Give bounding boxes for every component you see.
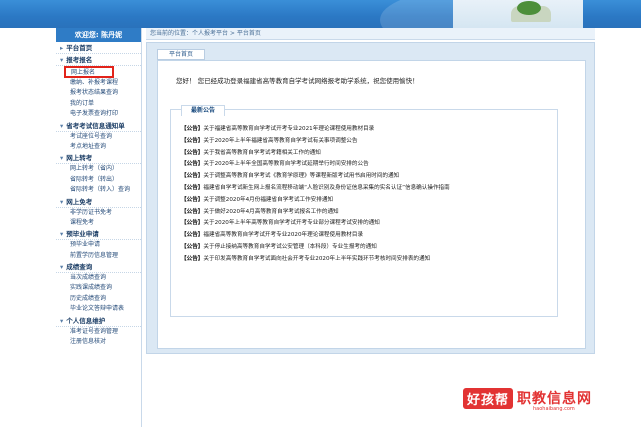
- sidebar-item-thesis-defense[interactable]: 毕业论文答辩申请表: [56, 304, 141, 314]
- nav-section-transfer[interactable]: ▾ 网上转考: [56, 152, 141, 165]
- notice-item[interactable]: 【公告】关于2020年上半年全国高等教育自学考试延期举行时间安排的公告: [181, 159, 551, 171]
- tab-body: 您好！ 您已经成功登录福建省高等教育自学考试网络报考助学系统，祝您使用愉快！ 最…: [157, 60, 586, 349]
- notice-text: 关于2020年上半年全国高等教育自学考试延期举行时间安排的公告: [203, 161, 369, 168]
- nav-section-label: 个人信息维护: [66, 316, 106, 325]
- notice-text: 关于印发高等教育自学考试面向社会开考专业2020年上半年实践环节考核时间安排表的…: [203, 255, 431, 262]
- notice-title: 最新公告: [181, 105, 225, 116]
- notice-text: 关于我省高等教育自学考试考籍相关工作的通知: [203, 149, 321, 156]
- sidebar-item-certificate-exemption[interactable]: 非学历证书免考: [56, 208, 141, 218]
- sidebar-item-online-registration[interactable]: 网上报名: [64, 66, 114, 78]
- welcome-banner: 欢迎您: 陈丹妮: [56, 28, 141, 42]
- nav-section-graduation[interactable]: ▾ 预毕业申请: [56, 228, 141, 241]
- sidebar-item-transfer-in[interactable]: 省际转考（转入）查询: [56, 185, 141, 195]
- tree-illustration: [517, 1, 541, 15]
- sidebar-item-current-scores[interactable]: 当次成绩查询: [56, 273, 141, 283]
- sidebar-item-history-scores[interactable]: 历史成绩查询: [56, 294, 141, 304]
- notice-tag: 【公告】: [181, 255, 204, 262]
- notice-tag: 【公告】: [181, 208, 204, 215]
- notice-text: 关于2020年上半年福建省高等教育自学考试有关事项调整公告: [203, 137, 358, 144]
- notice-tag: 【公告】: [181, 196, 204, 203]
- sidebar-item-practice-scores[interactable]: 实践课成绩查询: [56, 283, 141, 293]
- notice-tag: 【公告】: [181, 137, 204, 144]
- notice-text: 关于做好2020年4月高等教育自学考试报名工作的通知: [203, 208, 339, 215]
- notice-tag: 【公告】: [181, 173, 204, 180]
- notice-text: 福建省自学考试新生网上报名流程移动端“人脸识别及身份证信息采集的实名认证”信息确…: [203, 184, 450, 191]
- sidebar-item-prior-education[interactable]: 前置学历信息管理: [56, 251, 141, 261]
- notice-tag: 【公告】: [181, 220, 204, 227]
- notice-tag: 【公告】: [181, 184, 204, 191]
- nav-section-label: 网上免考: [66, 197, 93, 206]
- tab-platform-home[interactable]: 平台首页: [157, 49, 205, 60]
- notice-text: 福建省高等教育自学考试开考专业2020年理论课程使用教材目录: [203, 232, 364, 239]
- sidebar-item-pay-courses[interactable]: 缴纳、补报考课程: [56, 78, 141, 88]
- breadcrumb: 您当前的位置：个人报考平台 > 平台首页: [146, 28, 595, 40]
- sidebar: 欢迎您: 陈丹妮 ▸ 平台首页 ▾ 报考报名 网上报名 缴纳、补报考课程 报考状态结…: [56, 28, 142, 427]
- nav-section-registration[interactable]: ▾ 报考报名: [56, 54, 141, 66]
- chevron-right-icon: ▸: [60, 44, 64, 52]
- notice-text: 关于2020年上半年高等教育自学考试开考专业部分课程考试安排的通知: [203, 220, 380, 227]
- notice-tag: 【公告】: [181, 149, 204, 156]
- sidebar-item-venue-query[interactable]: 考点地址查询: [56, 142, 141, 152]
- notice-item[interactable]: 【公告】关于做好2020年4月高等教育自学考试报名工作的通知: [181, 207, 551, 219]
- chevron-down-icon: ▾: [60, 230, 64, 239]
- nav-section-label: 报考报名: [66, 56, 93, 64]
- sidebar-item-transfer-in-province[interactable]: 网上转考（省内）: [56, 164, 141, 174]
- chevron-down-icon: ▾: [60, 197, 64, 206]
- notice-item[interactable]: 【公告】关于福建省高等教育自学考试开考专业2021年理论课程使用教材目录: [181, 124, 551, 136]
- nav-section-exemption[interactable]: ▾ 网上免考: [56, 196, 141, 208]
- nav-section-profile[interactable]: ▾ 个人信息维护: [56, 315, 141, 327]
- content-panel: 平台首页 您好！ 您已经成功登录福建省高等教育自学考试网络报考助学系统，祝您使用…: [146, 42, 595, 354]
- chevron-down-icon: ▾: [60, 121, 64, 130]
- notice-item[interactable]: 【公告】关于调整2020年4月份福建省自学考试工作安排通知: [181, 195, 551, 207]
- notice-item[interactable]: 【公告】关于调整高等教育自学考试《教育学原理》等课程新版考试用书启用时间的通知: [181, 171, 551, 183]
- notice-tag: 【公告】: [181, 232, 204, 239]
- sidebar-item-registration-check[interactable]: 注册信息核对: [56, 337, 141, 347]
- sidebar-item-course-exemption[interactable]: 课程免考: [56, 218, 141, 228]
- notice-item[interactable]: 【公告】关于我省高等教育自学考试考籍相关工作的通知: [181, 148, 551, 160]
- main-content: 您当前的位置：个人报考平台 > 平台首页 平台首页 您好！ 您已经成功登录福建省…: [146, 28, 595, 427]
- notice-text: 关于福建省高等教育自学考试开考专业2021年理论课程使用教材目录: [203, 126, 375, 132]
- notice-list: 【公告】关于福建省高等教育自学考试开考专业2021年理论课程使用教材目录 【公告…: [181, 124, 551, 266]
- notice-tag: 【公告】: [181, 243, 204, 250]
- nav-section-label: 成绩查询: [66, 263, 93, 272]
- sidebar-item-graduation-apply[interactable]: 预毕业申请: [56, 240, 141, 250]
- watermark: 好孩帮 职教信息网 haohaibang.com: [463, 386, 593, 412]
- nav-section-scores[interactable]: ▾ 成绩查询: [56, 261, 141, 274]
- watermark-url: haohaibang.com: [533, 406, 575, 412]
- notice-tag: 【公告】: [181, 161, 204, 168]
- notice-item[interactable]: 【公告】关于2020年上半年福建省高等教育自学考试有关事项调整公告: [181, 136, 551, 148]
- sidebar-item-transfer-out[interactable]: 省际转考（转出）: [56, 175, 141, 185]
- notice-box: 最新公告 【公告】关于福建省高等教育自学考试开考专业2021年理论课程使用教材目…: [170, 105, 558, 317]
- watermark-brand: 好孩帮: [463, 387, 514, 409]
- chevron-down-icon: ▾: [60, 316, 64, 325]
- notice-text: 关于调整2020年4月份福建省自学考试工作安排通知: [203, 196, 334, 203]
- sidebar-item-my-orders[interactable]: 我的订单: [56, 99, 141, 109]
- nav-section-label: 预毕业申请: [66, 230, 99, 239]
- chevron-down-icon: ▾: [60, 56, 64, 64]
- notice-item[interactable]: 【公告】关于停止接纳高等教育自学考试公安管理（本科段）专业生报考的通知: [181, 242, 551, 254]
- top-banner: [0, 0, 641, 28]
- chevron-down-icon: ▾: [60, 263, 64, 272]
- sidebar-item-seat-query[interactable]: 考试座位号查询: [56, 132, 141, 142]
- nav-section-label: 网上转考: [66, 154, 93, 163]
- sidebar-item-admission-ticket[interactable]: 准考证号查询管理: [56, 327, 141, 337]
- notice-item[interactable]: 【公告】关于2020年上半年高等教育自学考试开考专业部分课程考试安排的通知: [181, 218, 551, 230]
- welcome-message: 您好！ 您已经成功登录福建省高等教育自学考试网络报考助学系统，祝您使用愉快！: [176, 77, 419, 85]
- watermark-site: 职教信息网: [517, 391, 593, 407]
- nav-section-home[interactable]: ▸ 平台首页: [56, 42, 141, 54]
- notice-item[interactable]: 【公告】福建省高等教育自学考试开考专业2020年理论课程使用教材目录: [181, 230, 551, 242]
- notice-text: 关于停止接纳高等教育自学考试公安管理（本科段）专业生报考的通知: [203, 243, 377, 250]
- sidebar-item-status-query[interactable]: 报考状态结果查询: [56, 88, 141, 98]
- nav-section-label: 省考考试信息通知单: [66, 121, 125, 130]
- notice-item[interactable]: 【公告】关于印发高等教育自学考试面向社会开考专业2020年上半年实践环节考核时间…: [181, 254, 551, 266]
- notice-item[interactable]: 【公告】福建省自学考试新生网上报名流程移动端“人脸识别及身份证信息采集的实名认证…: [181, 183, 551, 195]
- notice-text: 关于调整高等教育自学考试《教育学原理》等课程新版考试用书启用时间的通知: [203, 173, 400, 180]
- notice-tag: 【公告】: [181, 126, 204, 132]
- nav-section-label: 平台首页: [66, 44, 93, 52]
- sidebar-item-invoice[interactable]: 电子发票查询打印: [56, 109, 141, 119]
- chevron-down-icon: ▾: [60, 154, 64, 163]
- nav-section-exam-notice[interactable]: ▾ 省考考试信息通知单: [56, 120, 141, 132]
